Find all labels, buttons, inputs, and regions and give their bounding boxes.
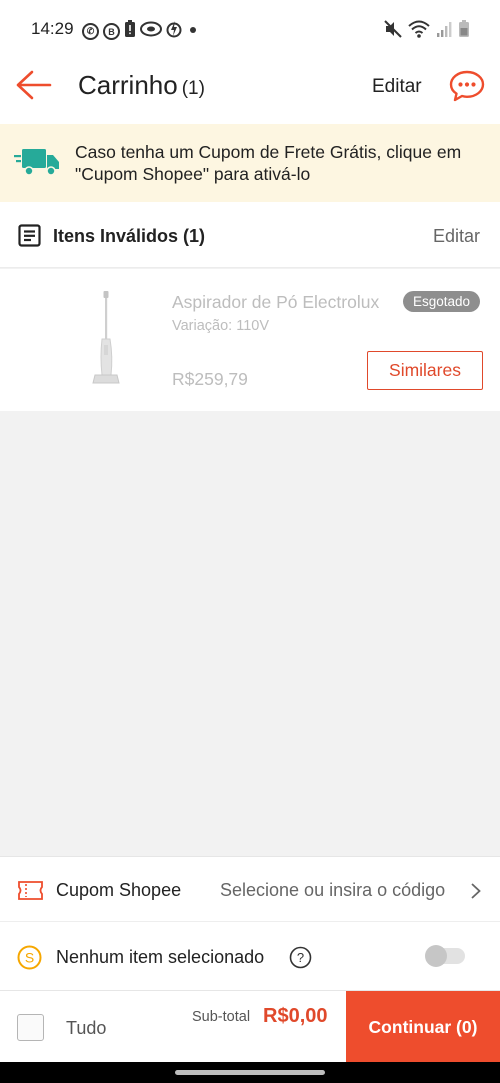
select-all-label[interactable]: Tudo xyxy=(66,1018,106,1039)
truck-icon xyxy=(14,148,60,178)
subtotal-label: Sub-total xyxy=(192,1009,251,1025)
cart-item[interactable]: Aspirador de Pó Electrolux Esgotado Vari… xyxy=(0,269,500,411)
coupon-label: Cupom Shopee xyxy=(56,880,182,900)
battery-alert-icon xyxy=(124,20,136,43)
cart-count: (1) xyxy=(181,78,205,99)
b-icon: B xyxy=(103,23,120,40)
wifi-icon xyxy=(408,20,430,43)
status-bar: 14:29 ✆ B xyxy=(0,0,500,58)
checkout-footer: Tudo Sub-total R$0,00 Continuar (0) xyxy=(0,990,500,1063)
edit-button[interactable]: Editar xyxy=(372,76,422,98)
back-arrow-icon[interactable] xyxy=(16,70,52,100)
home-handle[interactable] xyxy=(175,1070,325,1075)
ticket-icon xyxy=(18,881,43,900)
out-of-stock-badge: Esgotado xyxy=(403,291,481,312)
checkout-button[interactable]: Continuar (0) xyxy=(346,991,500,1063)
select-all-checkbox[interactable] xyxy=(17,1014,44,1041)
coin-label: Nenhum item selecionado xyxy=(56,947,265,967)
banner-text: Caso tenha um Cupom de Frete Grátis, cli… xyxy=(75,142,462,184)
battery-icon xyxy=(458,20,470,43)
svg-text:?: ? xyxy=(297,950,304,965)
status-time: 14:29 xyxy=(31,19,74,38)
svg-text:S: S xyxy=(25,950,34,966)
system-nav-bar xyxy=(0,1062,500,1083)
page-title-text: Carrinho xyxy=(78,70,178,100)
product-price: R$259,79 xyxy=(172,369,248,389)
product-name: Aspirador de Pó Electrolux xyxy=(172,292,380,312)
similar-items-button[interactable]: Similares xyxy=(367,351,483,390)
product-variation: Variação: 110V xyxy=(172,318,269,334)
invalid-items-title: Itens Inválidos (1) xyxy=(53,226,206,246)
subtotal-value: R$0,00 xyxy=(263,1005,328,1027)
chevron-right-icon xyxy=(470,882,482,900)
coin-icon: S xyxy=(17,945,42,970)
lightning-icon xyxy=(166,20,182,43)
help-icon[interactable]: ? xyxy=(289,946,312,969)
shopee-coins-row: S Nenhum item selecionado ? xyxy=(0,922,500,990)
free-shipping-banner[interactable]: Caso tenha um Cupom de Frete Grátis, cli… xyxy=(0,124,500,202)
shopee-coupon-row[interactable]: Cupom Shopee Selecione ou insira o códig… xyxy=(0,856,500,922)
whatsapp-icon: ✆ xyxy=(82,23,99,40)
disc-icon xyxy=(140,21,162,42)
coupon-hint: Selecione ou insira o código xyxy=(220,880,446,900)
cart-header: Carrinho (1) Editar xyxy=(0,58,500,124)
status-icons-right xyxy=(384,20,470,43)
mute-icon xyxy=(384,20,402,43)
invalid-items-edit-button[interactable]: Editar xyxy=(433,226,480,247)
product-image xyxy=(78,287,134,391)
list-icon xyxy=(18,224,41,247)
chat-icon[interactable] xyxy=(449,70,485,102)
dot-icon xyxy=(186,21,200,42)
status-icons-left: ✆ B xyxy=(82,20,200,43)
invalid-items-header: Itens Inválidos (1) Editar xyxy=(0,202,500,268)
toggle-knob xyxy=(425,945,447,967)
coins-toggle[interactable] xyxy=(425,945,465,967)
signal-icon xyxy=(436,20,452,43)
page-title: Carrinho (1) xyxy=(78,70,205,101)
